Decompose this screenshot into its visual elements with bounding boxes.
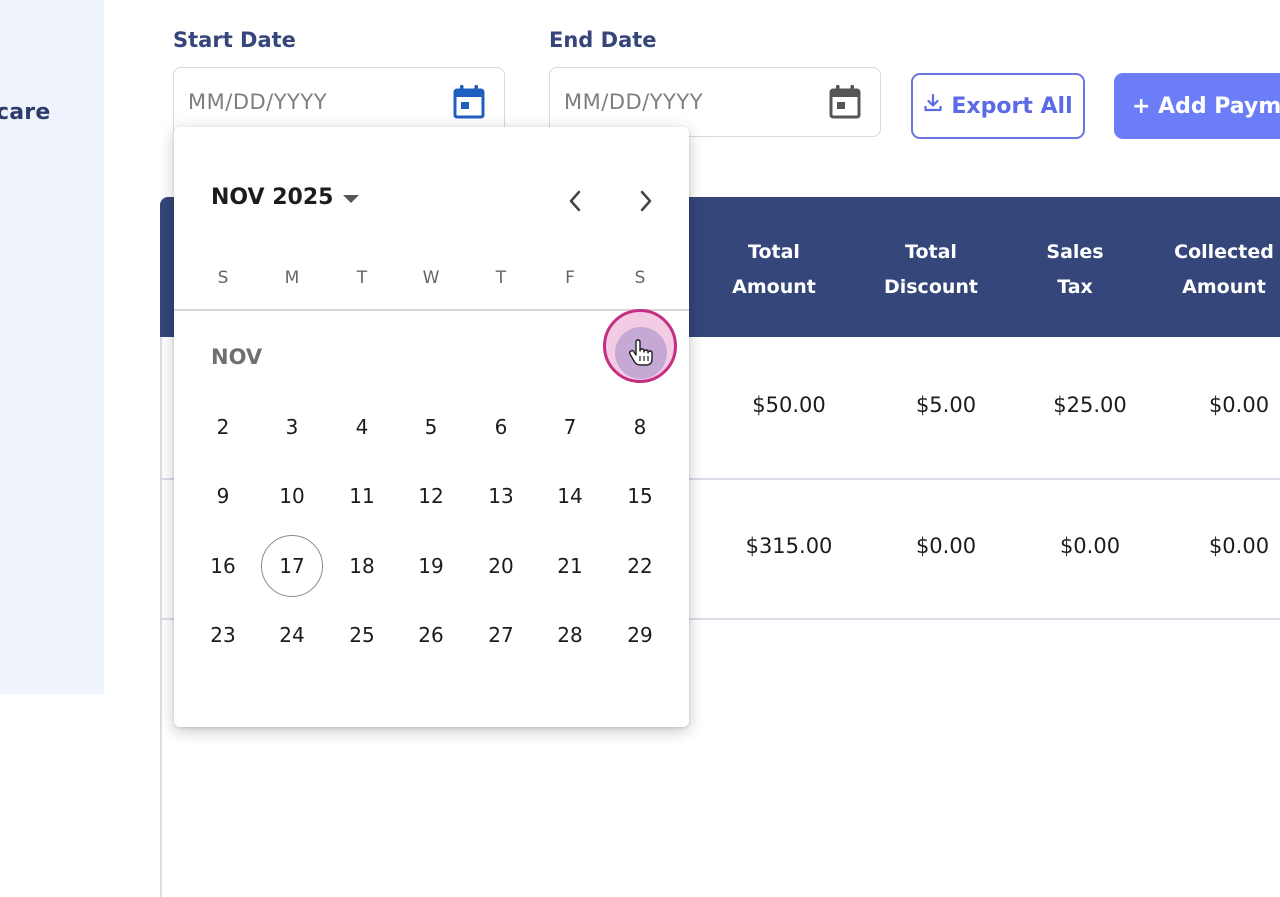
calendar-icon[interactable] <box>828 84 862 120</box>
calendar-day[interactable]: 3 <box>261 396 323 458</box>
start-date-placeholder: MM/DD/YYYY <box>188 90 328 114</box>
calendar-day[interactable]: 10 <box>261 465 323 527</box>
calendar-day[interactable]: 5 <box>400 396 462 458</box>
table-cell: $25.00 <box>1053 393 1127 417</box>
calendar-day[interactable]: 19 <box>400 535 462 597</box>
weekday-fri: F <box>565 268 575 288</box>
picker-divider <box>174 309 689 311</box>
calendar-day[interactable]: 14 <box>539 465 601 527</box>
calendar-day-today[interactable]: 17 <box>261 535 323 597</box>
calendar-day[interactable]: 7 <box>539 396 601 458</box>
sidebar: care <box>0 0 104 694</box>
table-cell: $0.00 <box>1208 534 1270 558</box>
chevron-left-icon <box>569 190 581 212</box>
add-payment-button[interactable]: + Add Paym <box>1114 73 1280 139</box>
calendar-day[interactable]: 12 <box>400 465 462 527</box>
calendar-day[interactable]: 27 <box>470 604 532 666</box>
calendar-day[interactable]: 26 <box>400 604 462 666</box>
calendar-day[interactable]: 21 <box>539 535 601 597</box>
weekday-sun: S <box>217 268 229 288</box>
calendar-day[interactable]: 4 <box>331 396 393 458</box>
calendar-icon[interactable] <box>452 84 486 120</box>
table-cell: $0.00 <box>1059 534 1121 558</box>
calendar-day[interactable]: 9 <box>192 465 254 527</box>
sidebar-label[interactable]: care <box>0 100 50 125</box>
calendar-day[interactable]: 15 <box>609 465 671 527</box>
calendar-day[interactable]: 13 <box>470 465 532 527</box>
caret-down-icon <box>343 194 360 203</box>
download-icon <box>923 93 943 119</box>
table-cell: $50.00 <box>752 393 826 417</box>
weekday-tue: T <box>356 268 368 288</box>
export-all-button[interactable]: Export All <box>911 73 1085 139</box>
calendar-day[interactable]: 2 <box>192 396 254 458</box>
column-header-collected-amount[interactable]: Collected Amount <box>1165 235 1280 305</box>
calendar-day[interactable]: 8 <box>609 396 671 458</box>
month-year-label: NOV 2025 <box>211 185 334 210</box>
calendar-day[interactable]: 28 <box>539 604 601 666</box>
previous-month-button[interactable] <box>557 183 593 219</box>
table-cell: $0.00 <box>915 534 977 558</box>
chevron-right-icon <box>640 190 652 212</box>
weekday-mon: M <box>284 268 300 288</box>
next-month-button[interactable] <box>628 183 664 219</box>
column-header-total-amount[interactable]: Total Amount <box>715 235 833 305</box>
weekday-thu: T <box>495 268 507 288</box>
calendar-day[interactable]: 22 <box>609 535 671 597</box>
calendar-day[interactable]: 11 <box>331 465 393 527</box>
add-payment-label: + Add Paym <box>1132 93 1280 119</box>
table-cell: $5.00 <box>915 393 977 417</box>
calendar-day[interactable]: 18 <box>331 535 393 597</box>
weekday-sat: S <box>634 268 646 288</box>
hand-pointer-icon <box>628 339 654 371</box>
calendar-day[interactable]: 20 <box>470 535 532 597</box>
column-header-total-discount[interactable]: Total Discount <box>872 235 990 305</box>
date-picker-popup: NOV 2025 S M T W T F S NOV 2 3 4 5 6 7 8 9 10 11 1… <box>174 127 689 727</box>
month-year-switch[interactable]: NOV 2025 <box>211 185 360 210</box>
start-date-label: Start Date <box>173 28 296 52</box>
export-all-label: Export All <box>951 93 1073 119</box>
calendar-day[interactable]: 23 <box>192 604 254 666</box>
end-date-label: End Date <box>549 28 657 52</box>
column-header-sales-tax[interactable]: Sales Tax <box>1020 235 1130 305</box>
end-date-placeholder: MM/DD/YYYY <box>564 90 704 114</box>
calendar-day[interactable]: 16 <box>192 535 254 597</box>
table-cell: $315.00 <box>745 534 833 558</box>
calendar-day[interactable]: 24 <box>261 604 323 666</box>
calendar-day[interactable]: 25 <box>331 604 393 666</box>
table-border <box>160 337 162 897</box>
calendar-day[interactable]: 6 <box>470 396 532 458</box>
calendar-day[interactable]: 29 <box>609 604 671 666</box>
table-cell: $0.00 <box>1208 393 1270 417</box>
cursor-click-indicator <box>603 309 677 383</box>
month-label: NOV <box>211 345 263 369</box>
weekday-wed: W <box>422 268 440 288</box>
